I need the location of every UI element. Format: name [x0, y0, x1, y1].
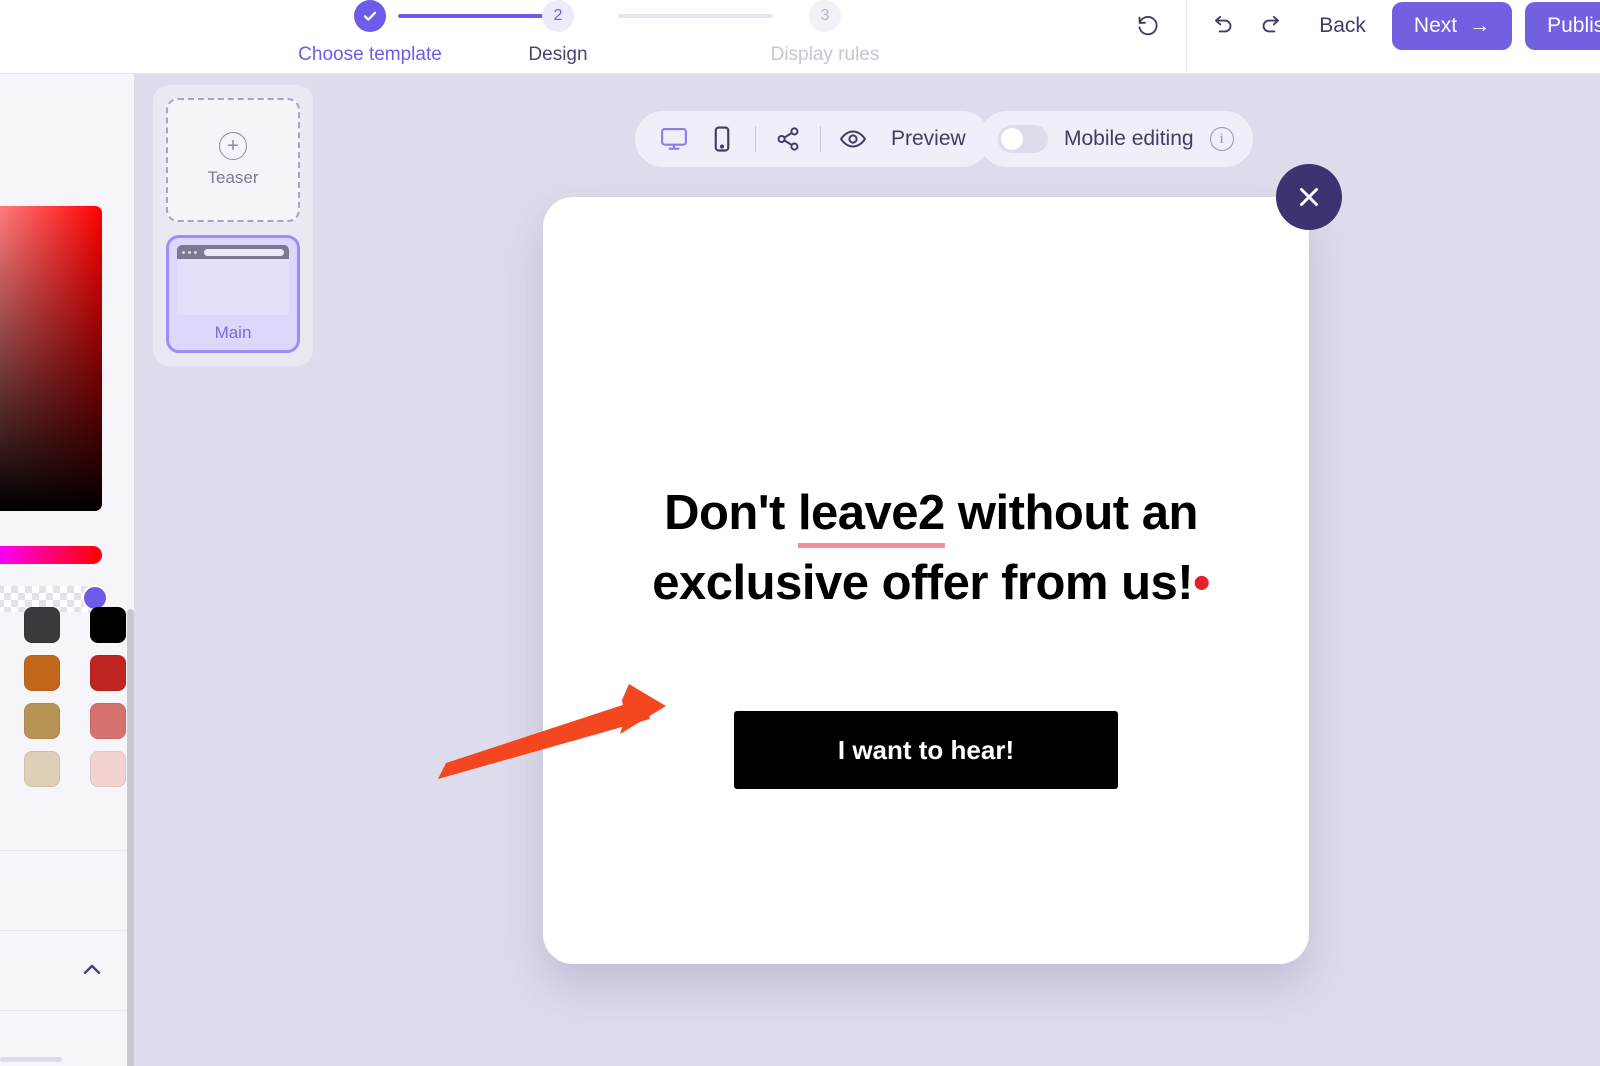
step-1-label: Choose template: [298, 44, 442, 65]
hue-slider[interactable]: [0, 546, 102, 564]
app-root: Choose template 2 Design 3 Display rules: [0, 0, 1600, 1066]
eye-icon: [840, 130, 866, 148]
page-tile-teaser[interactable]: + Teaser: [166, 98, 300, 222]
toolbar-separator: [755, 126, 756, 152]
mobile-editing-label: Mobile editing: [1064, 127, 1194, 150]
thumbnail-page-body: [177, 259, 289, 315]
step-3-label: Display rules: [770, 44, 880, 65]
swatch[interactable]: [90, 607, 126, 643]
swatch[interactable]: [24, 655, 60, 691]
step-choose-template[interactable]: Choose template: [270, 0, 470, 66]
thumbnail-browser-chrome: [177, 245, 289, 259]
arrow-right-icon: →: [1469, 14, 1491, 37]
view-mode-toolbar: Preview: [635, 111, 990, 167]
step-display-rules[interactable]: 3 Display rules: [735, 0, 915, 66]
share-icon[interactable]: [774, 125, 802, 153]
headline-accent-dot: •: [1193, 555, 1210, 610]
page-tile-main-label: Main: [214, 323, 252, 342]
step-2-label: Design: [528, 44, 588, 65]
top-bar: Choose template 2 Design 3 Display rules: [0, 0, 1600, 74]
design-side-panel: [0, 74, 134, 1066]
toolbar-divider: [1186, 0, 1188, 74]
preview-button[interactable]: Preview: [839, 125, 966, 153]
plus-circle-icon: +: [219, 132, 247, 160]
headline-part-1: Don't: [664, 486, 798, 540]
back-button[interactable]: Back: [1293, 3, 1392, 49]
browser-dot: [182, 250, 185, 254]
swatch[interactable]: [24, 751, 60, 787]
saturation-value-area[interactable]: [0, 206, 102, 511]
swatch[interactable]: [90, 703, 126, 739]
main-thumbnail: [177, 245, 289, 315]
editor-canvas: + Teaser Main Preview Mobile editing i D…: [134, 74, 1600, 1066]
page-tiles-panel: + Teaser Main: [153, 85, 313, 366]
publish-button-label: Publish: [1547, 14, 1600, 37]
swatch[interactable]: [90, 751, 126, 787]
toggle-knob: [1001, 128, 1023, 150]
section-collapse-row[interactable]: [0, 930, 134, 1010]
close-icon[interactable]: [1276, 164, 1342, 230]
page-tile-main[interactable]: Main: [166, 235, 300, 353]
popup-headline[interactable]: Don't leave2 without an exclusive offer …: [603, 479, 1259, 618]
step-3-circle: 3: [809, 0, 841, 32]
preview-label: Preview: [891, 127, 966, 150]
step-design[interactable]: 2 Design: [488, 0, 628, 66]
step-1-circle: [354, 0, 386, 32]
publish-button[interactable]: Publish: [1525, 2, 1600, 50]
next-button-label: Next: [1413, 14, 1458, 37]
toolbar-separator: [820, 126, 821, 152]
redo-icon[interactable]: [1247, 3, 1293, 49]
color-swatch-grid: [0, 607, 134, 787]
panel-divider: [0, 850, 134, 851]
mobile-icon[interactable]: [707, 124, 737, 154]
swatch[interactable]: [24, 607, 60, 643]
popup-cta-button[interactable]: I want to hear!: [734, 711, 1118, 789]
color-picker: [0, 206, 108, 612]
panel-divider: [0, 1010, 134, 1011]
popup-preview: Don't leave2 without an exclusive offer …: [543, 164, 1342, 964]
panel-placeholder-bar: [0, 1057, 62, 1062]
headline-underlined-word: leave2: [797, 486, 945, 548]
browser-dot: [188, 250, 191, 254]
mobile-editing-toggle[interactable]: [998, 125, 1048, 153]
swatch[interactable]: [24, 703, 60, 739]
panel-scrollbar[interactable]: [127, 609, 134, 1066]
chevron-up-icon[interactable]: [78, 956, 106, 984]
desktop-icon[interactable]: [659, 124, 689, 154]
wizard-stepper: Choose template 2 Design 3 Display rules: [270, 0, 910, 74]
swatch[interactable]: [90, 655, 126, 691]
thumbnail-url-bar: [204, 248, 284, 256]
mobile-editing-control: Mobile editing i: [979, 111, 1253, 167]
page-tile-teaser-label: Teaser: [207, 168, 259, 187]
reset-icon[interactable]: [1126, 3, 1172, 49]
step-2-circle: 2: [542, 0, 574, 32]
top-bar-actions: Back Next → Publish: [1126, 0, 1600, 74]
next-button[interactable]: Next →: [1391, 2, 1513, 50]
undo-icon[interactable]: [1201, 3, 1247, 49]
browser-dot: [194, 250, 197, 254]
info-icon[interactable]: i: [1209, 127, 1234, 151]
